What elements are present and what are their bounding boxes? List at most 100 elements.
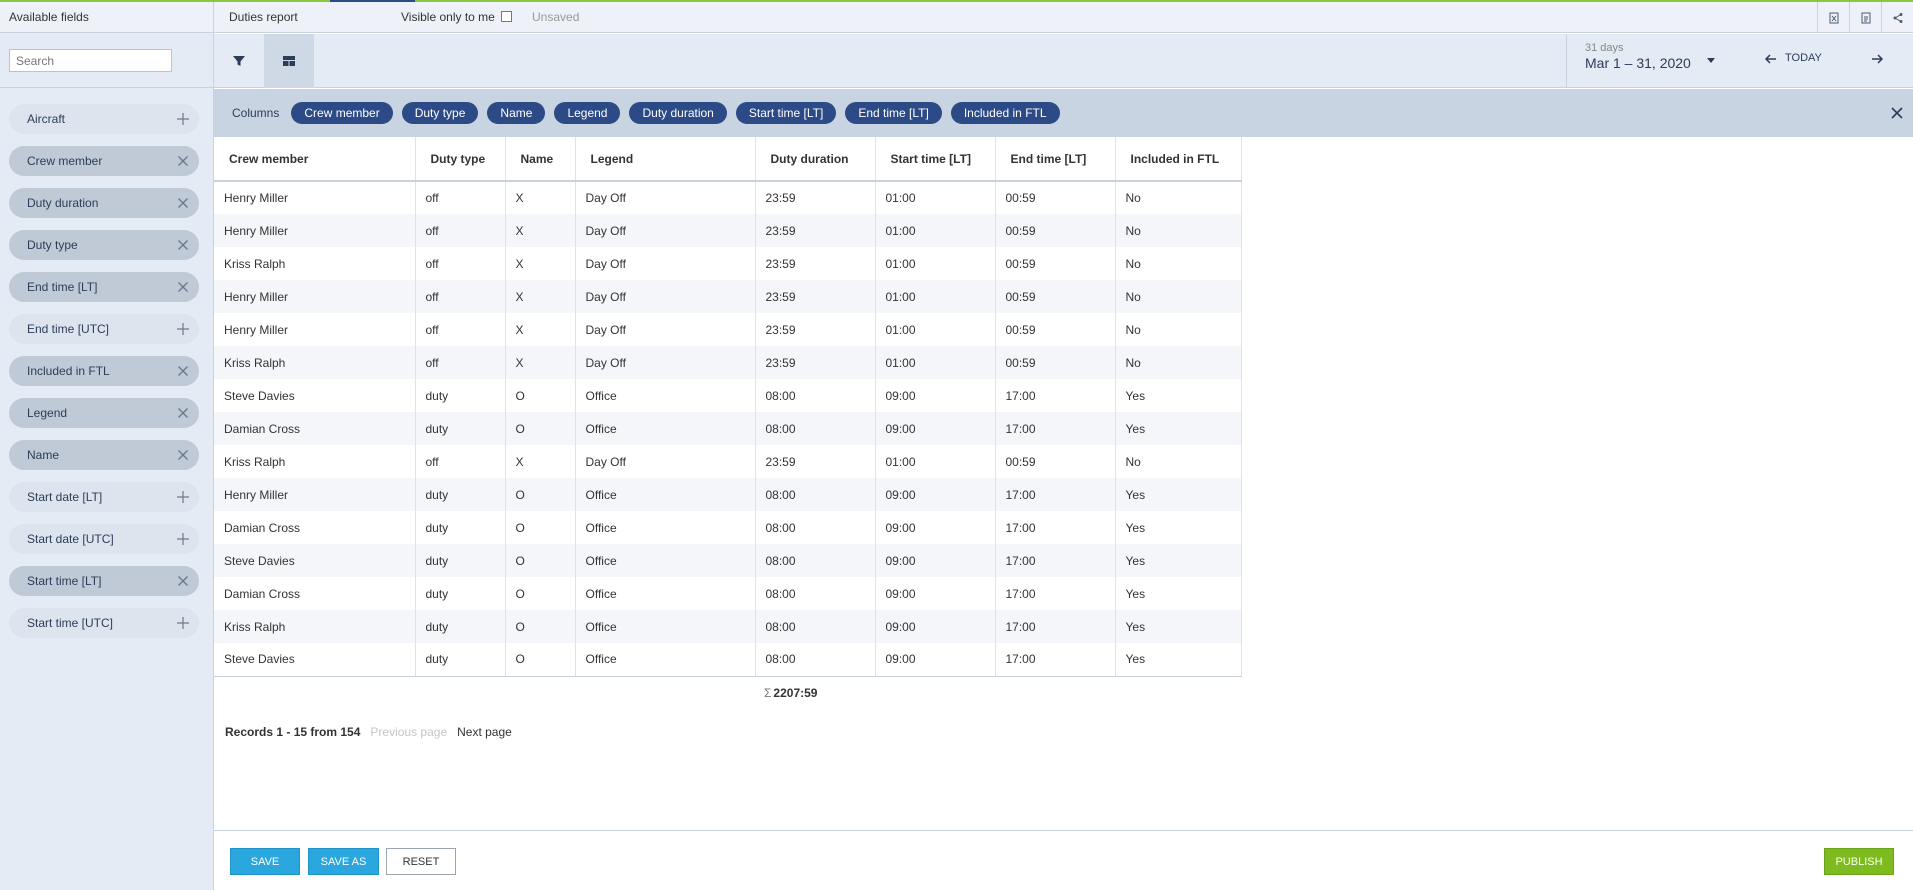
column-header[interactable]: Included in FTL — [1115, 137, 1242, 182]
layout-icon[interactable] — [264, 34, 314, 88]
table-body: Henry Miller off X Day Off 23:59 01:00 00:59 No… — [214, 181, 1242, 677]
column-chip[interactable]: Included in FTL — [950, 102, 1060, 124]
visible-only-checkbox[interactable] — [501, 11, 512, 22]
field-pill[interactable]: End time [UTC] — [9, 314, 199, 344]
column-chip[interactable]: Duty duration — [629, 102, 727, 124]
export-pdf-icon[interactable] — [1849, 2, 1881, 33]
previous-page-link[interactable]: Previous page — [370, 725, 447, 739]
close-icon[interactable] — [175, 153, 191, 169]
field-pill[interactable]: Aircraft — [9, 104, 199, 134]
table-row[interactable]: Kriss Ralph duty O Office 08:00 09:00 17:00 Yes — [214, 610, 1242, 643]
column-chip[interactable]: Crew member — [291, 102, 393, 124]
column-header[interactable]: Duty duration — [755, 137, 876, 182]
table-row[interactable]: Kriss Ralph off X Day Off 23:59 01:00 00:59 No — [214, 247, 1242, 280]
field-pill[interactable]: Legend — [9, 398, 199, 428]
save-button[interactable]: SAVE — [230, 848, 300, 875]
plus-icon[interactable] — [175, 321, 191, 337]
field-pill[interactable]: Start time [LT] — [9, 566, 199, 596]
field-list: Aircraft Crew member Duty duration Duty typ… — [0, 88, 213, 638]
table-cell: 01:00 — [875, 346, 996, 379]
table-cell: 00:59 — [995, 247, 1116, 280]
reset-button[interactable]: RESET — [386, 848, 456, 875]
column-header[interactable]: Legend — [575, 137, 756, 182]
column-header[interactable]: Duty type — [415, 137, 506, 182]
table-cell: off — [415, 313, 506, 346]
table-cell: 01:00 — [875, 181, 996, 214]
chevron-down-icon[interactable] — [1707, 58, 1715, 63]
column-chip[interactable]: End time [LT] — [845, 102, 942, 124]
close-icon[interactable] — [175, 405, 191, 421]
save-as-button[interactable]: SAVE AS — [308, 848, 379, 875]
table-cell: Kriss Ralph — [214, 247, 416, 280]
table-row[interactable]: Henry Miller off X Day Off 23:59 01:00 00:59 No — [214, 313, 1242, 346]
table-row[interactable]: Damian Cross duty O Office 08:00 09:00 17:00 Ye… — [214, 577, 1242, 610]
column-chip[interactable]: Start time [LT] — [735, 102, 837, 124]
table-row[interactable]: Damian Cross duty O Office 08:00 09:00 17:00 Ye… — [214, 412, 1242, 445]
close-icon[interactable] — [175, 363, 191, 379]
table-cell: Yes — [1115, 577, 1242, 610]
share-icon[interactable] — [1881, 2, 1913, 33]
column-chip[interactable]: Legend — [554, 102, 621, 124]
table-row[interactable]: Henry Miller off X Day Off 23:59 01:00 00:59 No — [214, 280, 1242, 313]
column-header[interactable]: End time [LT] — [995, 137, 1116, 182]
sum-symbol: Σ — [764, 686, 772, 700]
field-pill[interactable]: Start time [UTC] — [9, 608, 199, 638]
field-pill[interactable]: Included in FTL — [9, 356, 199, 386]
table-cell: Henry Miller — [214, 478, 416, 511]
plus-icon[interactable] — [175, 615, 191, 631]
table-row[interactable]: Steve Davies duty O Office 08:00 09:00 17:00 Ye… — [214, 544, 1242, 577]
table-row[interactable]: Steve Davies duty O Office 08:00 09:00 17:00 Ye… — [214, 643, 1242, 677]
next-page-link[interactable]: Next page — [457, 725, 512, 739]
search-input[interactable] — [9, 49, 172, 72]
export-excel-icon[interactable] — [1817, 2, 1849, 33]
table-header-row: Crew member Duty type Name Legend Duty durat… — [214, 137, 1242, 182]
table-cell: 09:00 — [875, 544, 996, 577]
field-pill-label: Legend — [27, 406, 68, 420]
table-cell: Steve Davies — [214, 379, 416, 412]
table-row[interactable]: Henry Miller off X Day Off 23:59 01:00 00:59 No — [214, 181, 1242, 214]
close-icon[interactable] — [175, 237, 191, 253]
plus-icon[interactable] — [175, 531, 191, 547]
field-pill[interactable]: Start date [LT] — [9, 482, 199, 512]
arrow-left-icon[interactable] — [1763, 51, 1779, 67]
column-header[interactable]: Start time [LT] — [875, 137, 996, 182]
filter-icon[interactable] — [214, 34, 264, 88]
field-pill[interactable]: End time [LT] — [9, 272, 199, 302]
visible-only-label: Visible only to me — [401, 10, 495, 24]
today-button[interactable]: TODAY — [1785, 52, 1822, 64]
table-row[interactable]: Damian Cross duty O Office 08:00 09:00 17:00 Ye… — [214, 511, 1242, 544]
table-cell: 09:00 — [875, 412, 996, 445]
close-icon[interactable] — [175, 195, 191, 211]
table-cell: Yes — [1115, 610, 1242, 643]
field-pill[interactable]: Duty duration — [9, 188, 199, 218]
table-row[interactable]: Steve Davies duty O Office 08:00 09:00 17:00 Ye… — [214, 379, 1242, 412]
close-icon[interactable] — [175, 447, 191, 463]
table-cell: Damian Cross — [214, 511, 416, 544]
publish-button[interactable]: PUBLISH — [1824, 848, 1894, 875]
table-cell: Day Off — [575, 313, 756, 346]
table-cell: off — [415, 346, 506, 379]
close-icon[interactable] — [175, 279, 191, 295]
field-pill[interactable]: Crew member — [9, 146, 199, 176]
table-row[interactable]: Kriss Ralph off X Day Off 23:59 01:00 00:59 No — [214, 346, 1242, 379]
field-pill[interactable]: Duty type — [9, 230, 199, 260]
plus-icon[interactable] — [175, 111, 191, 127]
column-chip[interactable]: Duty type — [401, 102, 479, 124]
arrow-right-icon[interactable] — [1869, 51, 1885, 67]
column-header[interactable]: Crew member — [214, 137, 416, 182]
table-row[interactable]: Kriss Ralph off X Day Off 23:59 01:00 00:59 No — [214, 445, 1242, 478]
date-range-value[interactable]: Mar 1 – 31, 2020 — [1585, 55, 1691, 71]
table-row[interactable]: Henry Miller off X Day Off 23:59 01:00 00:59 No — [214, 214, 1242, 247]
table-cell: O — [505, 643, 576, 677]
field-pill[interactable]: Name — [9, 440, 199, 470]
close-icon[interactable] — [1889, 105, 1905, 121]
column-chip[interactable]: Name — [487, 102, 546, 124]
column-header[interactable]: Name — [505, 137, 576, 182]
close-icon[interactable] — [175, 573, 191, 589]
table-row[interactable]: Henry Miller duty O Office 08:00 09:00 17:00 Ye… — [214, 478, 1242, 511]
table-cell: Henry Miller — [214, 214, 416, 247]
field-pill[interactable]: Start date [UTC] — [9, 524, 199, 554]
plus-icon[interactable] — [175, 489, 191, 505]
table-cell: Day Off — [575, 280, 756, 313]
table-cell: 01:00 — [875, 445, 996, 478]
